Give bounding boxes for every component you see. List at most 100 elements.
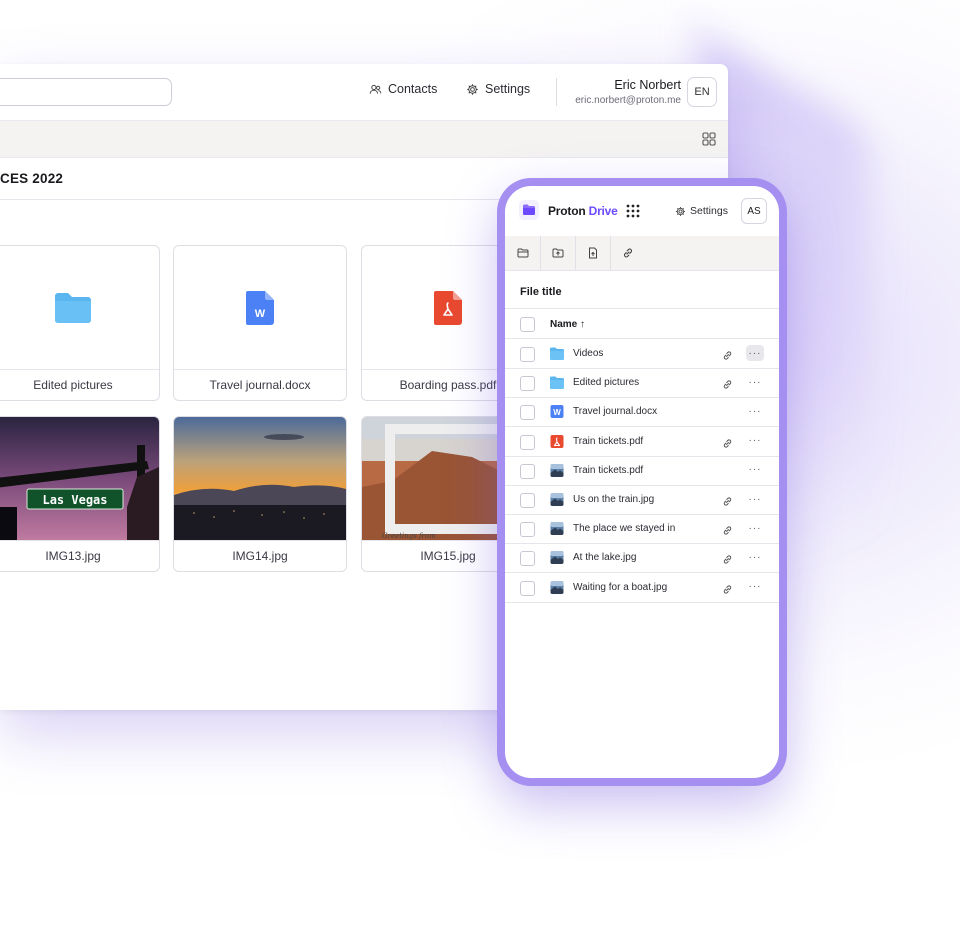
- more-options-button[interactable]: ···: [746, 433, 764, 449]
- image-icon: [550, 493, 564, 506]
- row-checkbox[interactable]: [520, 580, 535, 596]
- folder-icon: [550, 347, 564, 360]
- link-icon[interactable]: [722, 348, 733, 360]
- mobile-header: Proton Drive Settings AS: [505, 186, 779, 236]
- more-options-button[interactable]: ···: [746, 403, 764, 419]
- mobile-settings-button[interactable]: Settings: [675, 205, 728, 217]
- link-icon[interactable]: [722, 523, 733, 535]
- grid-item-label: Travel journal.docx: [174, 369, 346, 400]
- avatar[interactable]: AS: [741, 198, 767, 224]
- row-checkbox[interactable]: [520, 493, 535, 508]
- grid-item-label: IMG13.jpg: [0, 540, 159, 571]
- row-checkbox[interactable]: [520, 522, 535, 538]
- list-item[interactable]: W Travel journal.docx ···: [505, 397, 779, 426]
- list-item[interactable]: Us on the train.jpg ···: [505, 485, 779, 514]
- grid-item[interactable]: Edited pictures: [0, 245, 160, 401]
- settings-label: Settings: [485, 82, 531, 96]
- brand-name: Proton Drive: [548, 204, 618, 218]
- file-name: Us on the train.jpg: [573, 494, 655, 505]
- more-options-button[interactable]: ···: [746, 345, 764, 361]
- sort-by-name-button[interactable]: Name ↑: [550, 319, 585, 330]
- folder-icon: [550, 376, 564, 390]
- image-icon: [550, 580, 564, 594]
- brand-product: Drive: [588, 204, 618, 218]
- search-input[interactable]: [0, 78, 172, 106]
- image-icon: [550, 522, 564, 536]
- folder-icon: [0, 246, 159, 370]
- mobile-device: Proton Drive Settings AS File title Name…: [497, 178, 787, 786]
- list-item[interactable]: The place we stayed in ···: [505, 514, 779, 543]
- contacts-icon: [369, 84, 382, 94]
- file-title: File title: [520, 286, 562, 298]
- more-options-button[interactable]: ···: [746, 462, 764, 478]
- file-name: Edited pictures: [573, 377, 640, 389]
- contacts-button[interactable]: Contacts: [369, 82, 437, 96]
- more-options-button[interactable]: ···: [746, 579, 764, 595]
- svg-text:Greetings from: Greetings from: [382, 532, 436, 540]
- file-name: Travel journal.docx: [573, 406, 658, 418]
- user-email: eric.norbert@proton.me: [575, 95, 681, 106]
- file-name: Train tickets.pdf: [573, 464, 644, 476]
- link-icon[interactable]: [722, 377, 733, 389]
- share-link-button[interactable]: [610, 236, 645, 270]
- select-all-checkbox[interactable]: [520, 317, 535, 332]
- word-doc-icon: W: [550, 405, 564, 419]
- user-name: Eric Norbert: [614, 78, 681, 92]
- word-doc-icon: W: [174, 246, 346, 370]
- file-name: At the lake.jpg: [573, 552, 637, 564]
- divider: [505, 601, 779, 603]
- row-checkbox[interactable]: [520, 347, 535, 362]
- grid-item-label: Edited pictures: [0, 369, 159, 400]
- gear-icon: [676, 206, 685, 216]
- list-item[interactable]: Videos ···: [505, 339, 779, 368]
- grid-item[interactable]: Las Vegas IMG13.jpg: [0, 416, 160, 572]
- link-icon[interactable]: [722, 552, 733, 564]
- row-checkbox[interactable]: [520, 405, 535, 421]
- language-button[interactable]: EN: [687, 77, 717, 107]
- more-options-button[interactable]: ···: [746, 520, 764, 536]
- more-options-button[interactable]: ···: [746, 491, 764, 507]
- list-item[interactable]: Train tickets.pdf ···: [505, 456, 779, 485]
- divider: [0, 199, 510, 200]
- divider: [556, 78, 557, 106]
- svg-text:W: W: [553, 408, 561, 417]
- table-header: Name ↑: [505, 309, 779, 338]
- mobile-toolbar: [505, 236, 779, 271]
- file-name: The place we stayed in: [573, 523, 676, 535]
- brand-proton: Proton: [548, 204, 586, 218]
- apps-grid-icon[interactable]: [626, 204, 640, 218]
- settings-button[interactable]: Settings: [466, 82, 530, 96]
- row-checkbox[interactable]: [520, 551, 535, 567]
- grid-item[interactable]: IMG14.jpg: [173, 416, 347, 572]
- row-checkbox[interactable]: [520, 463, 535, 479]
- toolbar: [0, 120, 728, 158]
- list-item[interactable]: Edited pictures ···: [505, 368, 779, 397]
- file-name: Waiting for a boat.jpg: [573, 581, 668, 593]
- mobile-settings-label: Settings: [690, 205, 728, 217]
- mobile-screen: Proton Drive Settings AS File title Name…: [505, 186, 779, 778]
- file-name: Videos: [573, 348, 604, 359]
- contacts-label: Contacts: [388, 82, 438, 96]
- more-options-button[interactable]: ···: [746, 374, 764, 390]
- gear-icon: [467, 83, 478, 95]
- svg-text:Las Vegas: Las Vegas: [42, 493, 107, 507]
- upload-folder-button[interactable]: [540, 236, 576, 270]
- row-checkbox[interactable]: [520, 434, 535, 450]
- link-icon[interactable]: [722, 494, 733, 506]
- image-icon: [550, 551, 564, 565]
- grid-view-icon[interactable]: [702, 132, 716, 146]
- link-icon[interactable]: [722, 582, 733, 594]
- link-icon[interactable]: [722, 436, 733, 448]
- folder-upload-icon: [552, 248, 563, 258]
- list-item[interactable]: Waiting for a boat.jpg ···: [505, 573, 779, 602]
- proton-drive-logo-icon: [519, 200, 539, 220]
- image-icon: [550, 463, 564, 477]
- link-icon: [623, 248, 632, 258]
- row-checkbox[interactable]: [520, 376, 535, 392]
- grid-item[interactable]: W Travel journal.docx: [173, 245, 347, 401]
- more-options-button[interactable]: ···: [746, 549, 764, 565]
- new-folder-button[interactable]: [505, 236, 541, 270]
- list-item[interactable]: Train tickets.pdf ···: [505, 427, 779, 456]
- upload-file-button[interactable]: [575, 236, 611, 270]
- list-item[interactable]: At the lake.jpg ···: [505, 543, 779, 572]
